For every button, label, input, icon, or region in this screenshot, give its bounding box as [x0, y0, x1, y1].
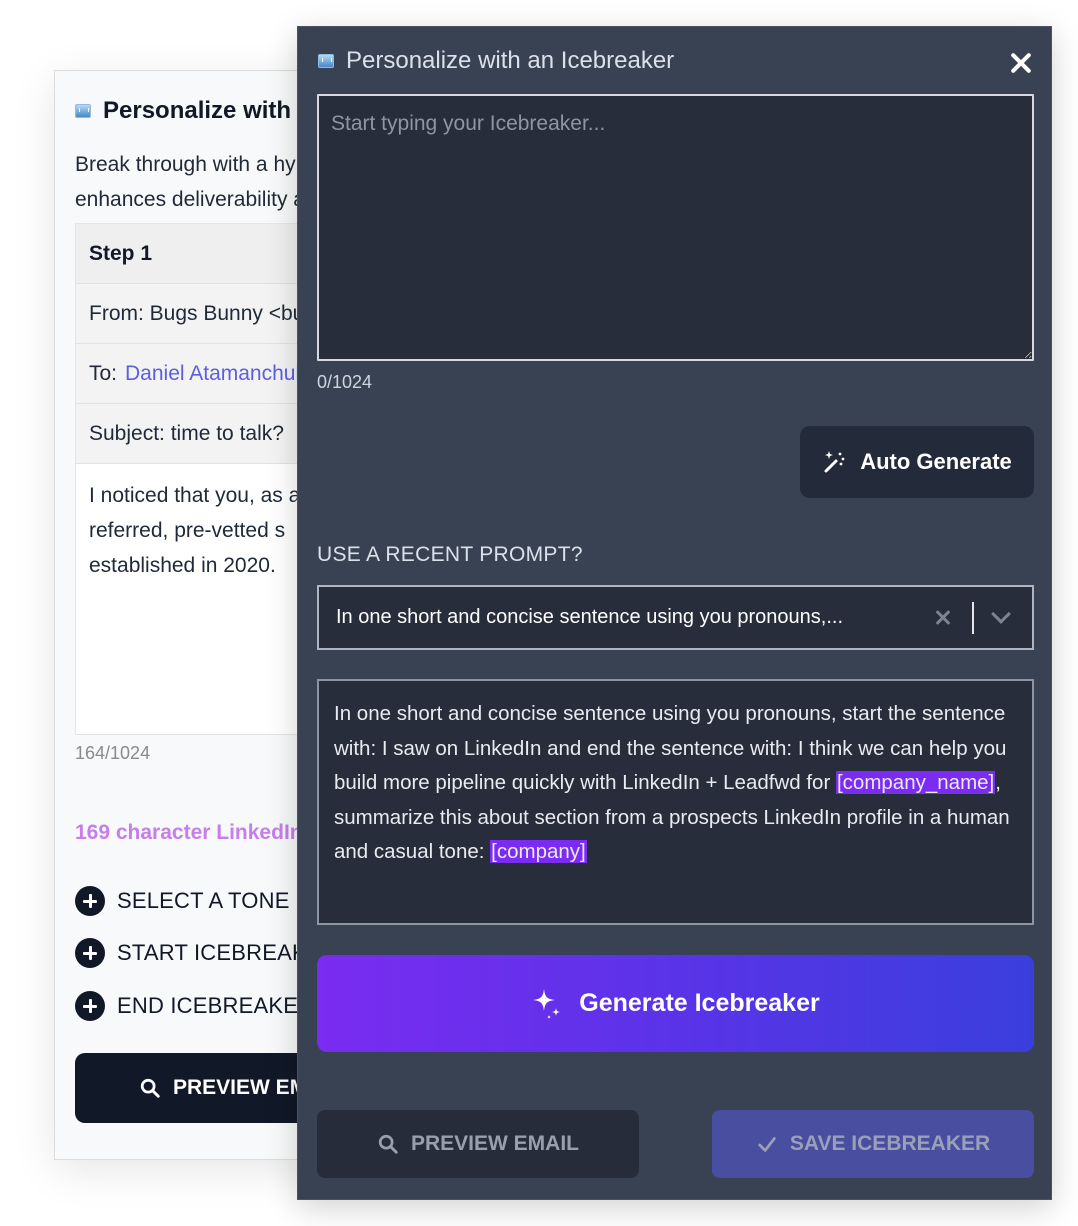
- generate-icebreaker-label: Generate Icebreaker: [579, 989, 820, 1017]
- auto-generate-button[interactable]: Auto Generate: [800, 426, 1034, 498]
- start-icebreaker-option[interactable]: START ICEBREAKER: [75, 938, 313, 968]
- auto-generate-label: Auto Generate: [860, 449, 1012, 474]
- to-label: To:: [89, 361, 118, 385]
- ice-cube-icon: [75, 104, 91, 118]
- sparkles-icon: [533, 988, 561, 1019]
- preview-email-label: PREVIEW EMAIL: [173, 1076, 313, 1099]
- background-title-text: Personalize with an Icebreaker: [103, 97, 313, 124]
- email-body[interactable]: I noticed that you, as a referred, pre-v…: [76, 464, 313, 734]
- modal-title: Personalize with an Icebreaker: [346, 47, 675, 74]
- body-char-count: 164/1024: [75, 743, 151, 763]
- plus-circle-icon: [75, 938, 105, 968]
- option-label: START ICEBREAKER: [117, 940, 313, 965]
- checkmark-icon: [758, 1137, 776, 1152]
- option-label: END ICEBREAKER: [117, 993, 314, 1018]
- close-button[interactable]: [1005, 47, 1037, 79]
- preview-email-button[interactable]: PREVIEW EMAIL: [317, 1110, 639, 1178]
- selected-prompt-value: In one short and concise sentence using …: [336, 606, 844, 628]
- search-icon: [378, 1134, 398, 1154]
- step-header: Step 1: [76, 224, 313, 284]
- plus-circle-icon: [75, 886, 105, 916]
- chevron-down-icon[interactable]: [991, 603, 1011, 624]
- plus-circle-icon: [75, 991, 105, 1021]
- icebreaker-textarea[interactable]: [317, 94, 1034, 361]
- background-description: Break through with a hyper-personalized …: [75, 147, 313, 217]
- recipient-link[interactable]: Daniel Atamanchuk: [125, 362, 306, 386]
- clear-selection-icon[interactable]: [934, 609, 952, 627]
- recent-prompt-label: USE A RECENT PROMPT?: [317, 543, 583, 566]
- recent-prompt-select[interactable]: In one short and concise sentence using …: [317, 585, 1034, 650]
- icebreaker-char-count: 0/1024: [317, 372, 373, 392]
- select-tone-option[interactable]: SELECT A TONE: [75, 886, 290, 916]
- modal-header: Personalize with an Icebreaker: [318, 47, 674, 75]
- email-step-table: Step 1 From: Bugs Bunny <bugs@leadfwd.co…: [75, 223, 313, 735]
- linkedin-note: 169 character LinkedIn: [75, 821, 303, 844]
- generate-icebreaker-button[interactable]: Generate Icebreaker: [317, 955, 1034, 1052]
- description-line: enhances deliverability and engagement.: [75, 188, 313, 211]
- option-label: SELECT A TONE: [117, 888, 290, 913]
- from-row: From: Bugs Bunny <bugs@leadfwd.com>: [76, 284, 313, 344]
- body-line: established in 2020.: [89, 554, 276, 577]
- end-icebreaker-option[interactable]: END ICEBREAKER: [75, 991, 314, 1021]
- background-title: Personalize with an Icebreaker: [75, 97, 313, 125]
- save-icebreaker-label: SAVE ICEBREAKER: [789, 1132, 991, 1155]
- select-divider: [972, 601, 974, 634]
- icebreaker-modal: Personalize with an Icebreaker 0/1024 Au…: [297, 26, 1052, 1200]
- background-panel: Personalize with an Icebreaker Break thr…: [54, 70, 314, 1160]
- body-line: referred, pre-vetted s: [89, 519, 286, 542]
- prompt-text-box[interactable]: In one short and concise sentence using …: [317, 679, 1034, 925]
- background-preview-email-button[interactable]: PREVIEW EMAIL: [75, 1053, 313, 1123]
- ice-cube-icon: [318, 54, 334, 68]
- description-line: Break through with a hyper-personalized …: [75, 153, 313, 176]
- subject-row: Subject: time to talk?: [76, 404, 313, 464]
- magic-wand-icon: [824, 451, 845, 473]
- body-line: I noticed that you, as a: [89, 484, 301, 507]
- preview-email-label: PREVIEW EMAIL: [410, 1132, 579, 1155]
- to-row: To: Daniel Atamanchuk: [76, 344, 313, 404]
- company-name-tag: [company_name]: [835, 771, 996, 794]
- company-tag: [company]: [490, 840, 587, 863]
- search-icon: [140, 1078, 160, 1098]
- save-icebreaker-button[interactable]: SAVE ICEBREAKER: [712, 1110, 1034, 1178]
